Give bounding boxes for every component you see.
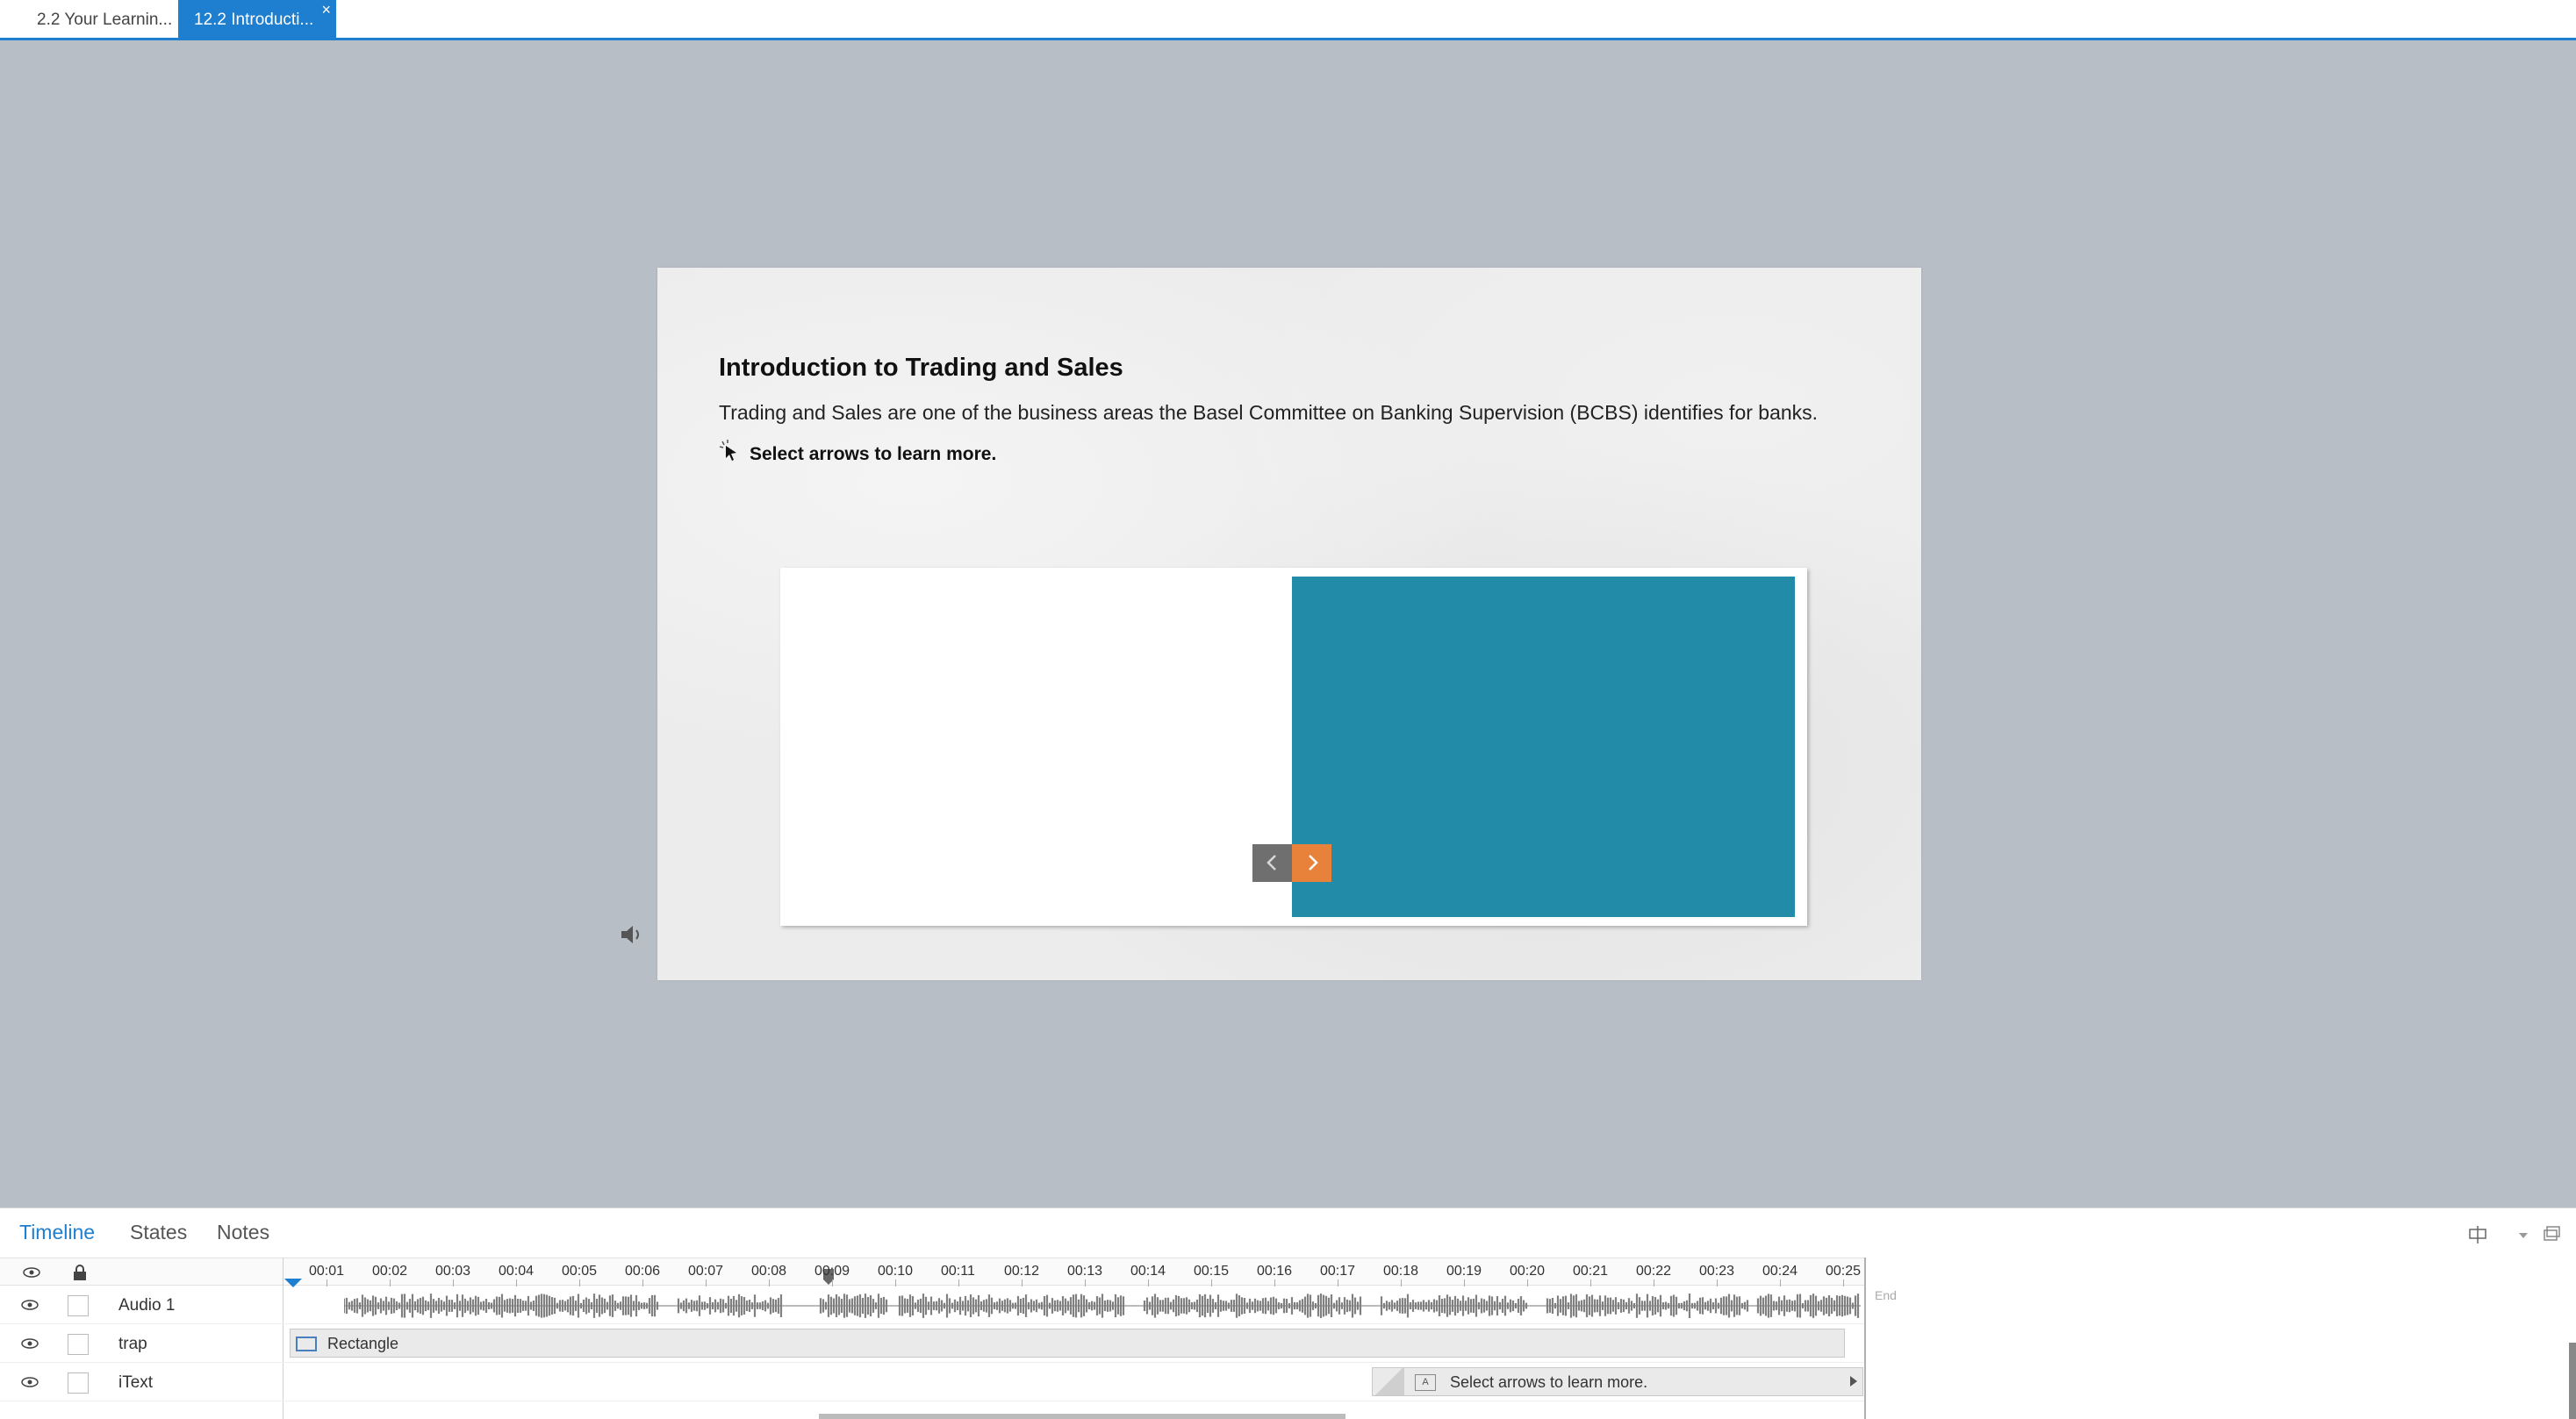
row-label: Audio 1 xyxy=(118,1296,176,1315)
time-tick-label: 00:10 xyxy=(878,1264,914,1279)
lock-icon[interactable] xyxy=(68,1264,92,1281)
audio-waveform[interactable] xyxy=(344,1292,1861,1320)
rectangle-timeline-bar[interactable]: Rectangle xyxy=(290,1329,1845,1358)
time-tick xyxy=(1211,1279,1212,1286)
time-tick xyxy=(958,1279,959,1286)
previous-button[interactable] xyxy=(1252,844,1292,882)
lock-checkbox[interactable] xyxy=(68,1372,89,1394)
time-tick xyxy=(1717,1279,1718,1286)
restore-panel-icon[interactable] xyxy=(2542,1224,2561,1243)
vertical-scrollbar[interactable] xyxy=(2569,1343,2576,1419)
eye-icon[interactable] xyxy=(19,1297,40,1313)
time-tick xyxy=(1085,1279,1086,1286)
time-tick-label: 00:22 xyxy=(1636,1264,1672,1279)
time-tick xyxy=(1590,1279,1591,1286)
time-tick-label: 00:13 xyxy=(1067,1264,1103,1279)
horizontal-scrollbar[interactable] xyxy=(819,1414,1345,1419)
time-tick xyxy=(1843,1279,1844,1286)
time-tick-label: 00:06 xyxy=(625,1264,661,1279)
time-tick xyxy=(1274,1279,1275,1286)
time-tick-label: 00:08 xyxy=(751,1264,787,1279)
next-button[interactable] xyxy=(1292,844,1331,882)
time-tick-label: 00:09 xyxy=(814,1264,850,1279)
time-tick xyxy=(1401,1279,1402,1286)
timeline-panel: Timeline States Notes 00:01 00:02 00:03 … xyxy=(0,1208,2576,1419)
fade-in-indicator xyxy=(1373,1368,1404,1395)
slide-canvas: Introduction to Trading and Sales Tradin… xyxy=(621,268,1921,980)
eye-icon[interactable] xyxy=(19,1374,40,1390)
time-tick-label: 00:04 xyxy=(499,1264,535,1279)
hint-text: Select arrows to learn more. xyxy=(750,444,997,464)
time-tick-label: 00:15 xyxy=(1194,1264,1230,1279)
tab-states[interactable]: States xyxy=(130,1221,187,1244)
eye-icon[interactable] xyxy=(19,1265,44,1280)
content-card xyxy=(780,568,1807,926)
timeline-end-area: End xyxy=(1864,1258,2576,1419)
tab-timeline[interactable]: Timeline xyxy=(19,1221,95,1244)
teal-content-panel xyxy=(1292,577,1795,917)
time-tick-label: 00:24 xyxy=(1762,1264,1798,1279)
time-tick-label: 00:01 xyxy=(309,1264,345,1279)
chevron-right-icon xyxy=(1309,855,1318,871)
tab-introduction[interactable]: 12.2 Introducti... × xyxy=(178,0,336,38)
time-tick-label: 00:17 xyxy=(1320,1264,1356,1279)
speaker-icon[interactable] xyxy=(619,923,645,946)
time-tick-label: 00:19 xyxy=(1446,1264,1482,1279)
time-tick-label: 00:23 xyxy=(1699,1264,1735,1279)
time-tick xyxy=(1527,1279,1528,1286)
dropdown-arrow-icon[interactable] xyxy=(2517,1231,2529,1240)
time-tick xyxy=(642,1279,643,1286)
time-tick xyxy=(1464,1279,1465,1286)
time-tick xyxy=(1780,1279,1781,1286)
row-label: iText xyxy=(118,1373,154,1392)
time-tick xyxy=(516,1279,517,1286)
time-tick-label: 00:03 xyxy=(435,1264,471,1279)
tab-notes[interactable]: Notes xyxy=(217,1221,269,1244)
time-tick xyxy=(832,1279,833,1286)
time-tick-label: 00:12 xyxy=(1004,1264,1040,1279)
time-tick-label: 00:11 xyxy=(941,1264,975,1279)
eye-icon[interactable] xyxy=(19,1336,40,1351)
time-tick xyxy=(326,1279,327,1286)
bar-label: Select arrows to learn more. xyxy=(1450,1373,1648,1391)
time-tick xyxy=(1148,1279,1149,1286)
pointer-click-icon xyxy=(719,440,736,461)
panel-tab-strip: Timeline States Notes xyxy=(0,1208,2576,1256)
time-tick xyxy=(1022,1279,1023,1286)
close-icon[interactable]: × xyxy=(321,0,331,30)
time-tick-label: 00:18 xyxy=(1383,1264,1419,1279)
time-tick-label: 00:20 xyxy=(1510,1264,1546,1279)
expand-arrow-icon[interactable] xyxy=(1850,1376,1857,1387)
document-tab-bar: 2.2 Your Learnin... 12.2 Introducti... × xyxy=(0,0,2576,40)
time-tick-label: 00:21 xyxy=(1573,1264,1609,1279)
time-tick xyxy=(895,1279,896,1286)
time-tick xyxy=(390,1279,391,1286)
bar-label: Rectangle xyxy=(327,1335,399,1352)
time-tick-label: 00:16 xyxy=(1257,1264,1293,1279)
tab-label: 12.2 Introducti... xyxy=(194,11,314,29)
lock-checkbox[interactable] xyxy=(68,1334,89,1355)
time-tick-label: 00:05 xyxy=(562,1264,598,1279)
time-tick xyxy=(706,1279,707,1286)
slide-title: Introduction to Trading and Sales xyxy=(719,354,1123,382)
rectangle-icon xyxy=(296,1337,317,1351)
end-label: End xyxy=(1875,1288,1897,1302)
time-tick-label: 00:02 xyxy=(372,1264,408,1279)
time-tick xyxy=(453,1279,454,1286)
lock-checkbox[interactable] xyxy=(68,1295,89,1316)
chevron-left-icon xyxy=(1266,855,1276,871)
slide-body-text: Trading and Sales are one of the busines… xyxy=(719,401,1819,424)
text-timeline-bar[interactable]: A Select arrows to learn more. xyxy=(1372,1367,1863,1396)
row-label: trap xyxy=(118,1335,147,1353)
tab-your-learning[interactable]: 2.2 Your Learnin... xyxy=(21,0,188,38)
time-tick-label: 00:07 xyxy=(688,1264,724,1279)
time-tick-label: 00:14 xyxy=(1130,1264,1166,1279)
time-tick xyxy=(769,1279,770,1286)
fit-timeline-icon[interactable] xyxy=(2466,1224,2489,1245)
slide-stage: Introduction to Trading and Sales Tradin… xyxy=(0,40,2576,1208)
time-tick-label: 00:25 xyxy=(1826,1264,1862,1279)
text-caption-icon: A xyxy=(1415,1374,1436,1391)
time-tick xyxy=(579,1279,580,1286)
